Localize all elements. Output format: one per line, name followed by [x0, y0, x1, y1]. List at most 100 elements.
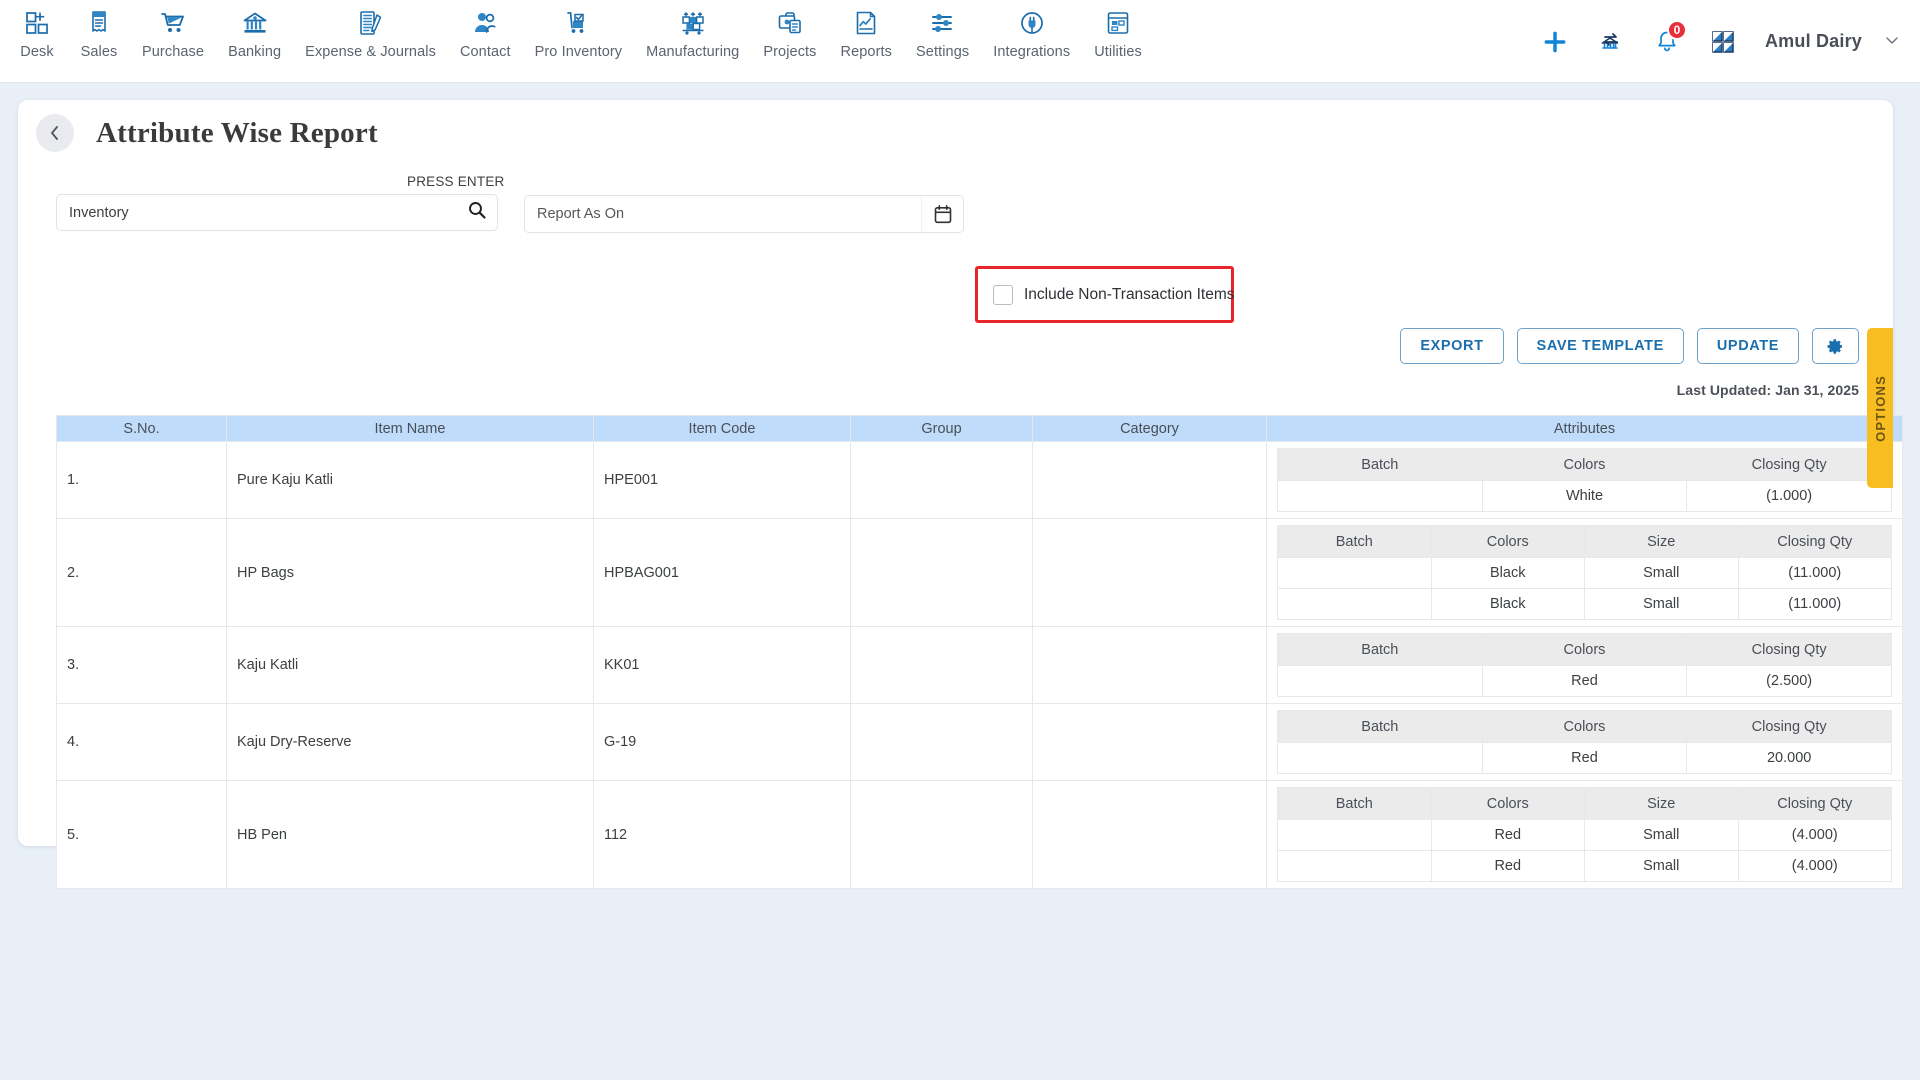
purchase-cart-icon	[159, 8, 187, 38]
press-enter-hint: PRESS ENTER	[407, 174, 505, 189]
nav-item-integrations[interactable]: Integrations	[981, 0, 1082, 60]
include-non-transaction-items-container[interactable]: Include Non-Transaction Items	[975, 266, 1235, 323]
nav-item-purchase[interactable]: Purchase	[130, 0, 216, 60]
attribute-column-header: Closing Qty	[1686, 633, 1892, 666]
nav-item-label: Sales	[80, 44, 118, 60]
nav-item-label: Utilities	[1094, 44, 1142, 60]
attribute-column-header: Size	[1584, 787, 1739, 820]
table-header-row: S.No. Item Name Item Code Group Category Attr…	[56, 415, 1903, 442]
nav-item-settings[interactable]: Settings	[904, 0, 981, 60]
nav-item-label: Manufacturing	[646, 44, 740, 60]
options-side-tab[interactable]: OPTIONS	[1867, 328, 1893, 488]
column-header: Item Name	[226, 415, 594, 442]
attribute-column-header: Batch	[1277, 448, 1483, 481]
attribute-cell: (4.000)	[1737, 819, 1892, 851]
options-tab-label: OPTIONS	[1872, 374, 1888, 442]
reports-chart-icon	[852, 8, 880, 38]
cell-item-name: Pure Kaju Katli	[226, 441, 594, 519]
attributes-subtable: Batch Colors Closing Qty Red 20.000	[1277, 710, 1892, 774]
attribute-column-header: Colors	[1481, 710, 1688, 743]
attribute-column-header: Size	[1584, 525, 1739, 558]
attribute-cell: White	[1481, 480, 1688, 512]
attributes-subtable: Batch Colors Closing Qty White (1.000)	[1277, 448, 1892, 512]
attribute-cell: Small	[1584, 850, 1739, 882]
cell-group	[850, 441, 1033, 519]
integrations-plug-icon	[1018, 8, 1046, 38]
nav-item-label: Settings	[916, 44, 970, 60]
settings-gear-button[interactable]	[1812, 328, 1859, 364]
column-header: Group	[850, 415, 1033, 442]
update-button[interactable]: UPDATE	[1696, 328, 1799, 364]
gear-icon	[1827, 338, 1842, 354]
include-non-transaction-items-checkbox[interactable]	[993, 284, 1013, 305]
back-button[interactable]	[36, 114, 74, 152]
attribute-column-header: Closing Qty	[1737, 525, 1892, 558]
attribute-row: Black Small (11.000)	[1277, 588, 1892, 620]
attribute-cell	[1277, 819, 1432, 851]
cell-category	[1032, 518, 1267, 627]
cell-group	[850, 518, 1033, 627]
nav-item-projects[interactable]: Projects	[751, 0, 828, 60]
attributes-subtable: Batch Colors Size Closing Qty Black Small (11.…	[1277, 525, 1892, 620]
top-navigation-bar: Desk Sales Purchase Banking Expense & Journa…	[0, 0, 1920, 83]
manufacturing-boxes-icon	[679, 8, 707, 38]
search-icon[interactable]	[467, 200, 487, 225]
nav-item-banking[interactable]: Banking	[216, 0, 293, 60]
nav-item-list: Desk Sales Purchase Banking Expense & Journa…	[0, 0, 1154, 60]
organization-name[interactable]: Amul Dairy	[1765, 31, 1862, 52]
cell-group	[850, 780, 1033, 889]
banking-bank-icon	[241, 8, 269, 38]
search-input[interactable]	[69, 204, 467, 221]
nav-right-actions: 0 Amul Dairy	[1527, 0, 1906, 83]
table-row[interactable]: 4. Kaju Dry-Reserve G-19 Batch Colors Closing…	[56, 703, 1903, 781]
attribute-cell	[1277, 557, 1432, 589]
cell-sno: 4.	[56, 703, 227, 781]
table-row[interactable]: 2. HP Bags HPBAG001 Batch Colors Size Closing …	[56, 518, 1903, 627]
table-row[interactable]: 3. Kaju Katli KK01 Batch Colors Closing Qty Re…	[56, 626, 1903, 704]
nav-item-contact[interactable]: Contact	[448, 0, 523, 60]
attributes-header-row: Batch Colors Closing Qty	[1277, 448, 1892, 481]
attributes-subtable: Batch Colors Size Closing Qty Red Small (4.000…	[1277, 787, 1892, 882]
attribute-row: Red (2.500)	[1277, 665, 1892, 697]
inventory-search-field[interactable]	[56, 194, 498, 231]
nav-item-label: Pro Inventory	[534, 44, 623, 60]
nav-item-pro-inventory[interactable]: Pro Inventory	[523, 0, 635, 60]
cell-item-name: Kaju Katli	[226, 626, 594, 704]
nav-item-sales[interactable]: Sales	[68, 0, 130, 60]
attribute-cell	[1277, 850, 1432, 882]
cell-attributes: Batch Colors Closing Qty White (1.000)	[1266, 441, 1903, 519]
nav-item-expense-journals[interactable]: Expense & Journals	[293, 0, 448, 60]
attribute-column-header: Colors	[1430, 525, 1585, 558]
attributes-header-row: Batch Colors Size Closing Qty	[1277, 525, 1892, 558]
cell-sno: 1.	[56, 441, 227, 519]
attribute-row: Black Small (11.000)	[1277, 557, 1892, 589]
attribute-cell	[1277, 742, 1483, 774]
report-card: Attribute Wise Report PRESS ENTER Includ…	[18, 100, 1903, 889]
nav-item-manufacturing[interactable]: Manufacturing	[634, 0, 751, 60]
export-button[interactable]: EXPORT	[1400, 328, 1504, 364]
bank-transfer-button[interactable]	[1583, 14, 1639, 70]
attributes-header-row: Batch Colors Closing Qty	[1277, 710, 1892, 743]
desk-grid-plus-icon	[23, 8, 51, 38]
nav-item-label: Desk	[20, 44, 54, 60]
nav-item-desk[interactable]: Desk	[6, 0, 68, 60]
table-row[interactable]: 1. Pure Kaju Katli HPE001 Batch Colors Closin…	[56, 441, 1903, 519]
table-row[interactable]: 5. HB Pen 112 Batch Colors Size Closing Qty Red…	[56, 780, 1903, 889]
notifications-button[interactable]: 0	[1639, 14, 1695, 70]
cell-sno: 3.	[56, 626, 227, 704]
report-as-on-field[interactable]	[524, 195, 964, 233]
nav-item-label: Reports	[840, 44, 893, 60]
nav-item-utilities[interactable]: Utilities	[1082, 0, 1154, 60]
save-template-button[interactable]: SAVE TEMPLATE	[1516, 328, 1684, 364]
nav-item-reports[interactable]: Reports	[829, 0, 904, 60]
cell-item-name: Kaju Dry-Reserve	[226, 703, 594, 781]
cell-attributes: Batch Colors Size Closing Qty Red Small (4.000…	[1266, 780, 1903, 889]
column-header: Item Code	[593, 415, 851, 442]
apps-grid-button[interactable]	[1695, 14, 1751, 70]
add-new-button[interactable]	[1527, 14, 1583, 70]
attribute-column-header: Batch	[1277, 787, 1432, 820]
calendar-icon[interactable]	[921, 196, 963, 232]
report-date-input[interactable]	[525, 206, 921, 222]
chevron-down-icon[interactable]	[1884, 32, 1900, 51]
cell-attributes: Batch Colors Size Closing Qty Black Small (11.…	[1266, 518, 1903, 627]
